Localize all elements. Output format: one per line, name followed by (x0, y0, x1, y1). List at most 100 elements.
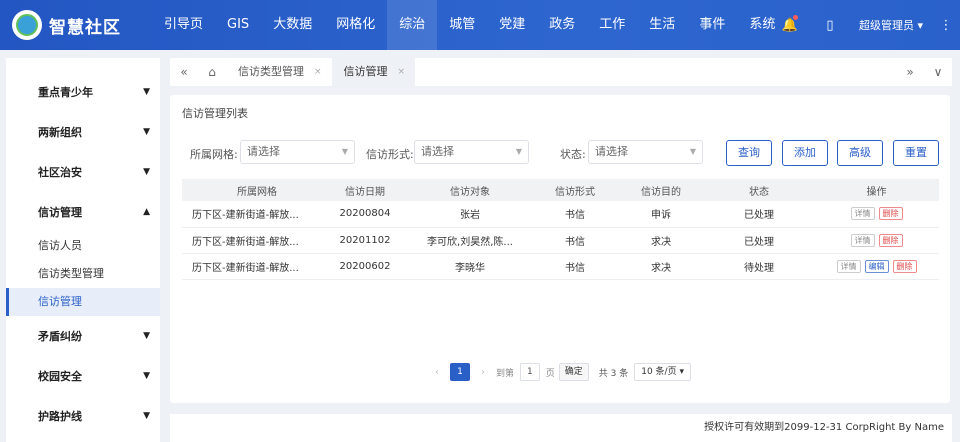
home-icon[interactable]: ⌂ (198, 65, 226, 79)
nav-item-affairs[interactable]: 政务 (537, 0, 587, 50)
sidebar-group-youth[interactable]: 重点青少年 ▼ (6, 72, 160, 112)
detail-button[interactable]: 详情 (850, 207, 875, 221)
nav-item-party[interactable]: 党建 (487, 0, 537, 50)
cell-actions: 详情 删除 (814, 227, 939, 254)
total-count: 共 3 条 (598, 368, 629, 379)
detail-button[interactable]: 详情 (850, 233, 875, 247)
delete-button[interactable]: 删除 (878, 233, 903, 247)
footer-copyright: 授权许可有效期到2099-12-31 CorpRight By Name (170, 414, 952, 442)
page-unit-label: 页 (545, 368, 555, 379)
cell-status: 待处理 (704, 253, 814, 280)
pagination: ‹ 1 › 到第 1 页 确定 共 3 条 10 条/页 ▾ (430, 363, 691, 381)
cell-target: 李晓华 (408, 253, 532, 280)
cell-date: 20200602 (322, 253, 408, 280)
chevron-down-icon: ▼ (143, 127, 150, 137)
cell-grid: 历下区-建新街道-解放... (182, 253, 322, 280)
column-header: 信访形式 (532, 179, 618, 201)
sidebar: 重点青少年 ▼ 两新组织 ▼ 社区治安 ▼ 信访管理 ▲ 信访人员 信访类型管理 信访管… (6, 58, 160, 442)
close-icon[interactable]: × (398, 58, 406, 86)
sidebar-group-road[interactable]: 护路护线 ▼ (6, 396, 160, 436)
reset-button[interactable]: 重置 (893, 140, 939, 166)
nav-item-events[interactable]: 事件 (687, 0, 737, 50)
table-row: 历下区-建新街道-解放... 20200602 李晓华 书信 求决 待处理 详情… (182, 253, 939, 280)
filter-label-form: 信访形式: (366, 148, 414, 161)
cell-form: 书信 (532, 253, 618, 280)
sidebar-item-petition-types[interactable]: 信访类型管理 (6, 260, 160, 288)
column-header: 信访日期 (322, 179, 408, 201)
tab-petition-types[interactable]: 信访类型管理 × (226, 58, 332, 86)
main-panel: 信访管理列表 所属网格: 请选择 ▼ 信访形式: 请选择 ▼ 状态: 请选择 ▼ 查询… (170, 95, 950, 403)
scroll-right-icon[interactable]: » (896, 65, 924, 79)
chevron-down-icon: ▼ (515, 147, 522, 156)
edit-button[interactable]: 编辑 (864, 259, 889, 273)
chevron-down-icon: ▼ (143, 87, 150, 97)
mobile-icon[interactable]: ▯ (810, 18, 850, 33)
column-header: 信访目的 (618, 179, 704, 201)
nav-item-life[interactable]: 生活 (637, 0, 687, 50)
nav-item-governance[interactable]: 综治 (387, 0, 438, 50)
column-header: 信访对象 (408, 179, 532, 201)
cell-grid: 历下区-建新街道-解放... (182, 227, 322, 254)
tab-petition-management[interactable]: 信访管理 × (331, 58, 416, 86)
main-nav: 引导页 GIS 大数据 网格化 综治 城管 党建 政务 工作 生活 事件 系统 (152, 0, 787, 50)
prev-page-icon[interactable]: ‹ (430, 367, 444, 378)
sidebar-group-security[interactable]: 社区治安 ▼ (6, 152, 160, 192)
sidebar-group-organizations[interactable]: 两新组织 ▼ (6, 112, 160, 152)
scroll-left-icon[interactable]: « (170, 65, 198, 79)
nav-item-bigdata[interactable]: 大数据 (261, 0, 324, 50)
sidebar-item-petitioners[interactable]: 信访人员 (6, 232, 160, 260)
notification-dot (793, 14, 798, 20)
petition-table: 所属网格 信访日期 信访对象 信访形式 信访目的 状态 操作 历下区-建新街道-… (182, 179, 939, 280)
advanced-button[interactable]: 高级 (837, 140, 883, 166)
top-header: 智慧社区 引导页 GIS 大数据 网格化 综治 城管 党建 政务 工作 生活 事… (0, 0, 960, 50)
chevron-down-icon: ▼ (143, 411, 150, 421)
cell-target: 李可欣,刘昊然,陈... (408, 227, 532, 254)
table-header-row: 所属网格 信访日期 信访对象 信访形式 信访目的 状态 操作 (182, 179, 939, 201)
logo-emblem (12, 10, 42, 40)
user-menu[interactable]: 超级管理员 ▾ (850, 17, 932, 33)
next-page-icon[interactable]: › (476, 367, 490, 378)
search-button[interactable]: 查询 (726, 140, 772, 166)
nav-item-work[interactable]: 工作 (587, 0, 637, 50)
filter-label-grid: 所属网格: (190, 148, 238, 161)
page-number-active[interactable]: 1 (450, 363, 470, 381)
chevron-down-icon: ▼ (341, 147, 348, 156)
chevron-down-icon: ▼ (143, 167, 150, 177)
add-button[interactable]: 添加 (782, 140, 828, 166)
goto-confirm-button[interactable]: 确定 (558, 363, 589, 381)
bell-icon[interactable]: 🔔 (770, 14, 810, 33)
cell-grid: 历下区-建新街道-解放... (182, 201, 322, 228)
table-row: 历下区-建新街道-解放... 20200804 张岩 书信 申诉 已处理 详情删… (182, 201, 939, 228)
panel-title: 信访管理列表 (182, 107, 248, 120)
sidebar-item-petition-management[interactable]: 信访管理 (6, 288, 160, 316)
cell-actions: 详情 编辑 删除 (814, 253, 939, 280)
chevron-down-icon: ▼ (143, 371, 150, 381)
cell-target: 张岩 (408, 201, 532, 228)
cell-date: 20201102 (322, 227, 408, 254)
status-select[interactable]: 请选择 ▼ (588, 140, 703, 164)
delete-button[interactable]: 删除 (892, 259, 917, 273)
nav-item-grid[interactable]: 网格化 (324, 0, 387, 50)
app-logo[interactable]: 智慧社区 (12, 10, 152, 40)
nav-item-gis[interactable]: GIS (215, 0, 261, 50)
sidebar-group-petition[interactable]: 信访管理 ▲ (6, 192, 160, 232)
chevron-down-icon[interactable]: ∨ (924, 65, 952, 79)
app-title: 智慧社区 (49, 17, 121, 38)
column-header: 所属网格 (182, 179, 322, 201)
grid-select[interactable]: 请选择 ▼ (240, 140, 355, 164)
delete-button[interactable]: 删除 (878, 207, 903, 221)
cell-purpose: 求决 (618, 253, 704, 280)
goto-page-input[interactable]: 1 (520, 363, 540, 381)
nav-item-urban[interactable]: 城管 (437, 0, 487, 50)
page-size-select[interactable]: 10 条/页 ▾ (634, 363, 691, 381)
sidebar-group-disputes[interactable]: 矛盾纠纷 ▼ (6, 316, 160, 356)
more-icon[interactable]: ⋮ (932, 18, 960, 33)
sidebar-group-campus[interactable]: 校园安全 ▼ (6, 356, 160, 396)
cell-purpose: 申诉 (618, 201, 704, 228)
close-icon[interactable]: × (314, 58, 322, 86)
form-select[interactable]: 请选择 ▼ (414, 140, 529, 164)
cell-status: 已处理 (704, 227, 814, 254)
chevron-down-icon: ▼ (689, 147, 696, 156)
detail-button[interactable]: 详情 (836, 259, 861, 273)
nav-item-guide[interactable]: 引导页 (152, 0, 215, 50)
